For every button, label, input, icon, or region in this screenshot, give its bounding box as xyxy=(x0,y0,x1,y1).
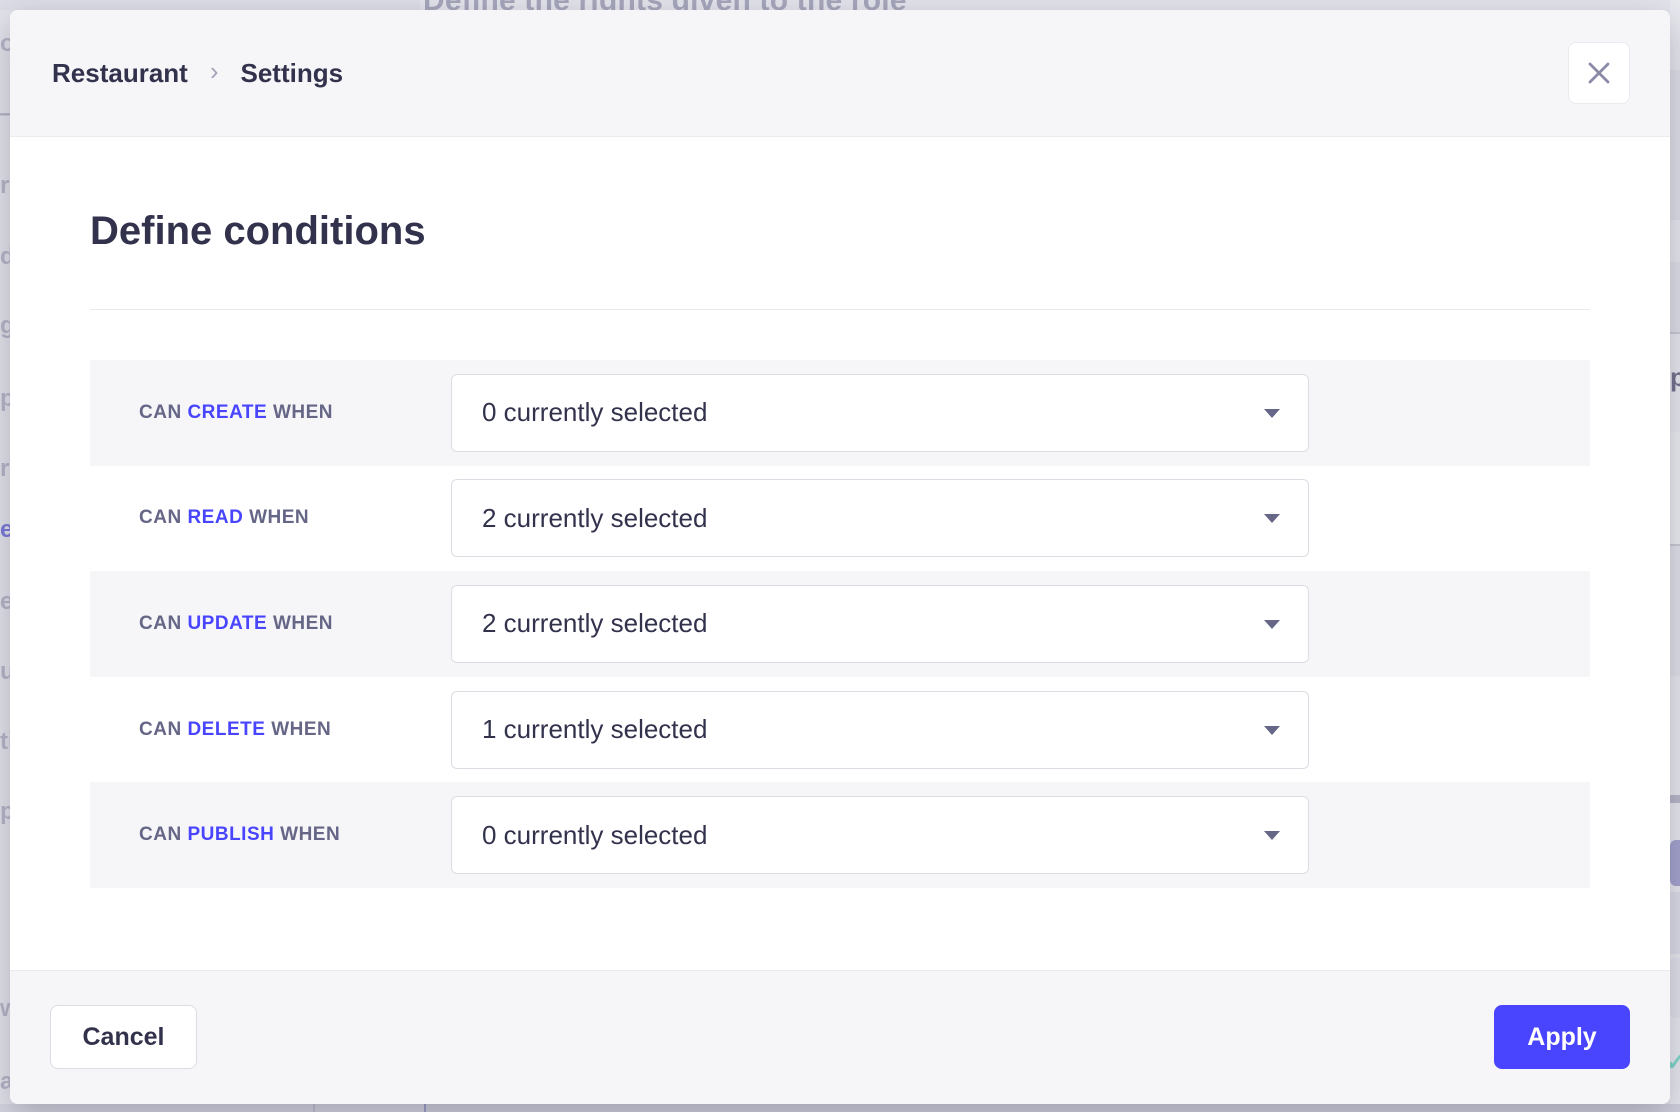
apply-button[interactable]: Apply xyxy=(1494,1005,1630,1069)
backdrop-letter-fragment: ol xyxy=(0,30,10,58)
backdrop-left-fragments: ol — r d g p r e er u ti p w ai xyxy=(0,0,10,1112)
modal-header: Restaurant › Settings xyxy=(10,10,1670,137)
action-name: CREATE xyxy=(187,402,267,423)
conditions-select-delete[interactable]: 1 currently selected xyxy=(451,691,1309,769)
conditions-select-publish[interactable]: 0 currently selected xyxy=(451,796,1309,874)
chevron-right-icon: › xyxy=(210,56,219,87)
backdrop-right-letter: p xyxy=(1670,362,1680,393)
backdrop-letter-fragment: g xyxy=(0,312,10,340)
condition-row-publish: CAN PUBLISH WHEN 0 currently selected xyxy=(90,782,1590,888)
condition-label: CAN READ WHEN xyxy=(90,507,451,529)
selected-count: 1 currently selected xyxy=(482,714,707,745)
backdrop-letter-fragment: e xyxy=(0,516,10,544)
action-name: READ xyxy=(187,507,243,528)
chevron-down-icon xyxy=(1264,514,1280,523)
backdrop-bottom-segment xyxy=(426,1104,1680,1112)
selected-count: 0 currently selected xyxy=(482,820,707,851)
backdrop-top-panel xyxy=(0,0,420,10)
backdrop-table-line xyxy=(424,1104,426,1112)
condition-label: CAN DELETE WHEN xyxy=(90,719,451,741)
page-title: Define conditions xyxy=(90,209,426,254)
conditions-list: CAN CREATE WHEN 0 currently selected CAN… xyxy=(90,360,1590,888)
define-conditions-modal: Restaurant › Settings Define conditions … xyxy=(10,10,1670,1104)
backdrop-letter-fragment: er xyxy=(0,588,10,616)
selected-count: 2 currently selected xyxy=(482,608,707,639)
backdrop-right-block xyxy=(1670,892,1680,954)
modal-footer: Cancel Apply xyxy=(10,970,1670,1104)
backdrop-letter-fragment: d xyxy=(0,243,10,271)
backdrop-right-block xyxy=(1670,840,1680,886)
backdrop-letter-fragment: ti xyxy=(0,728,10,756)
condition-row-create: CAN CREATE WHEN 0 currently selected xyxy=(90,360,1590,466)
chevron-down-icon xyxy=(1264,620,1280,629)
title-divider xyxy=(90,309,1590,310)
condition-label: CAN PUBLISH WHEN xyxy=(90,824,451,846)
backdrop-bottom-strip xyxy=(0,1104,1680,1112)
action-name: DELETE xyxy=(187,719,265,740)
backdrop-letter-fragment: — xyxy=(0,100,10,128)
backdrop-letter-fragment: u xyxy=(0,658,10,686)
conditions-select-update[interactable]: 2 currently selected xyxy=(451,585,1309,663)
action-name: PUBLISH xyxy=(187,824,274,845)
backdrop-table-line xyxy=(313,1104,315,1112)
condition-row-read: CAN READ WHEN 2 currently selected xyxy=(90,466,1590,572)
backdrop-letter-fragment: p xyxy=(0,798,10,826)
backdrop-right-block xyxy=(1670,70,1680,220)
chevron-down-icon xyxy=(1264,726,1280,735)
backdrop-right-block xyxy=(1670,795,1680,803)
backdrop-right-block xyxy=(1670,958,1680,1018)
backdrop-letter-fragment: w xyxy=(0,995,10,1023)
backdrop-letter-fragment: r xyxy=(0,455,10,483)
backdrop-right-block xyxy=(1670,262,1680,332)
backdrop-letter-fragment: ai xyxy=(0,1068,10,1096)
backdrop-right-block xyxy=(1670,546,1680,676)
backdrop-check-fragment: ✓ xyxy=(1670,1048,1680,1077)
condition-row-update: CAN UPDATE WHEN 2 currently selected xyxy=(90,571,1590,677)
backdrop-letter-fragment: p xyxy=(0,385,10,413)
backdrop-right-block xyxy=(1670,432,1680,544)
conditions-select-create[interactable]: 0 currently selected xyxy=(451,374,1309,452)
selected-count: 0 currently selected xyxy=(482,397,707,428)
close-button[interactable] xyxy=(1568,42,1630,104)
condition-row-delete: CAN DELETE WHEN 1 currently selected xyxy=(90,677,1590,783)
breadcrumb-root: Restaurant xyxy=(52,58,188,89)
selected-count: 2 currently selected xyxy=(482,503,707,534)
backdrop-page-title-fragment: Define the rights given to the role xyxy=(423,0,1663,10)
conditions-select-read[interactable]: 2 currently selected xyxy=(451,479,1309,557)
condition-label: CAN CREATE WHEN xyxy=(90,402,451,424)
backdrop-right-fragments: p ✓ xyxy=(1670,0,1680,1112)
cancel-button[interactable]: Cancel xyxy=(50,1005,197,1069)
modal-body: Define conditions CAN CREATE WHEN 0 curr… xyxy=(10,137,1670,969)
breadcrumb-current: Settings xyxy=(241,58,344,89)
chevron-down-icon xyxy=(1264,831,1280,840)
backdrop-right-divider xyxy=(1670,332,1680,334)
action-name: UPDATE xyxy=(187,613,267,634)
backdrop-letter-fragment: r xyxy=(0,172,10,200)
condition-label: CAN UPDATE WHEN xyxy=(90,613,451,635)
chevron-down-icon xyxy=(1264,409,1280,418)
close-icon xyxy=(1586,60,1612,86)
